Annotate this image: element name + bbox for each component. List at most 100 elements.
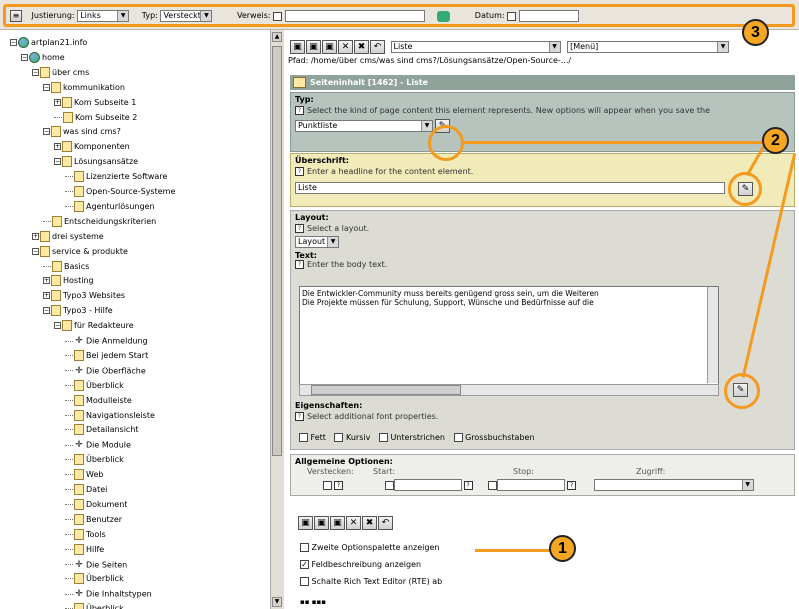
- tree-item[interactable]: − home: [21, 51, 65, 64]
- page-icon[interactable]: [74, 349, 84, 361]
- textarea-hscrollbar-thumb[interactable]: [311, 385, 461, 395]
- tree-item[interactable]: Navigationsleiste: [65, 409, 155, 422]
- tree-item[interactable]: Entscheidungskriterien: [43, 215, 156, 228]
- tree-item[interactable]: ✛ Die Inhaltstypen: [65, 588, 152, 600]
- tree-item-label[interactable]: Bei jedem Start: [86, 351, 148, 360]
- tree-item[interactable]: Basics: [43, 260, 89, 273]
- tree-item[interactable]: Dokument: [65, 498, 127, 511]
- help-icon[interactable]: ?: [334, 480, 343, 490]
- page-icon[interactable]: [74, 484, 84, 495]
- tree-item-label[interactable]: Überblick: [86, 381, 124, 390]
- page-icon[interactable]: [74, 528, 84, 540]
- delete-icon[interactable]: ✖: [362, 516, 377, 530]
- collapse-icon[interactable]: −: [43, 83, 50, 91]
- cross-icon[interactable]: ✛: [74, 439, 84, 451]
- tree-item-label[interactable]: Agenturlösungen: [86, 202, 155, 211]
- tree-item[interactable]: Überblick: [65, 379, 124, 392]
- close-icon[interactable]: ✕: [346, 516, 361, 530]
- tree-item-label[interactable]: Modulleiste: [86, 396, 132, 405]
- page-icon[interactable]: [52, 215, 62, 227]
- help-icon[interactable]: ?: [295, 106, 304, 115]
- tree-item[interactable]: − was sind cms?: [43, 126, 121, 138]
- tree-item[interactable]: Überblick: [65, 573, 124, 585]
- tree-item-label[interactable]: Überblick: [86, 604, 124, 609]
- help-icon[interactable]: ?: [295, 224, 304, 233]
- cross-icon[interactable]: ✛: [74, 365, 84, 377]
- collapse-icon[interactable]: −: [10, 39, 17, 46]
- page-icon[interactable]: [74, 200, 84, 212]
- tree-item[interactable]: Lizenzierte Software: [65, 171, 167, 183]
- field-description-checkbox[interactable]: ✓: [300, 560, 309, 569]
- page-icon[interactable]: [74, 171, 84, 183]
- tree-item-label[interactable]: Open-Source-Systeme: [86, 187, 175, 196]
- tree-item[interactable]: Überblick: [65, 454, 124, 466]
- save-close-icon[interactable]: ▣: [330, 516, 345, 530]
- scroll-up-icon[interactable]: ▲: [272, 32, 282, 42]
- tree-item-label[interactable]: Entscheidungskriterien: [64, 217, 156, 226]
- page-icon[interactable]: [74, 186, 84, 197]
- tree-item[interactable]: Datei: [65, 484, 107, 496]
- save-view-icon[interactable]: ▣: [306, 40, 321, 54]
- tree-item-label[interactable]: Basics: [64, 262, 89, 271]
- tree-item-label[interactable]: Komponenten: [74, 142, 130, 151]
- page-icon[interactable]: [74, 498, 84, 510]
- tree-item-label[interactable]: service & produkte: [52, 247, 128, 256]
- cross-icon[interactable]: ✛: [74, 335, 84, 347]
- stop-input[interactable]: [497, 479, 566, 491]
- collapse-icon[interactable]: −: [54, 158, 61, 166]
- tree-item-label[interactable]: Lösungsansätze: [74, 157, 138, 166]
- hide-checkbox[interactable]: [323, 480, 332, 490]
- delete-icon[interactable]: ✖: [354, 40, 369, 54]
- page-icon[interactable]: [40, 66, 50, 78]
- tree-scrollbar-thumb[interactable]: [272, 46, 282, 456]
- collapse-icon[interactable]: −: [32, 68, 39, 76]
- tree-item[interactable]: + drei systeme: [32, 230, 104, 243]
- menu-select[interactable]: [Menü] ▼: [567, 41, 730, 53]
- tree-item-label[interactable]: Detailansicht: [86, 425, 139, 434]
- tree-item[interactable]: Überblick: [65, 603, 124, 609]
- page-icon[interactable]: [62, 320, 72, 332]
- collapse-icon[interactable]: −: [54, 322, 61, 330]
- second-palette-checkbox[interactable]: [300, 543, 309, 552]
- undo-icon[interactable]: ↶: [370, 40, 385, 54]
- cross-icon[interactable]: ✛: [74, 588, 84, 600]
- tree-item[interactable]: Benutzer: [65, 513, 122, 526]
- italic-checkbox[interactable]: [334, 433, 344, 442]
- tree-item[interactable]: Bei jedem Start: [65, 349, 148, 362]
- page-icon[interactable]: [40, 245, 50, 257]
- expand-icon[interactable]: +: [43, 277, 50, 285]
- expand-icon[interactable]: +: [54, 98, 61, 106]
- tree-item-label[interactable]: drei systeme: [52, 232, 104, 241]
- page-icon[interactable]: [74, 424, 84, 436]
- tree-item-label[interactable]: für Redakteure: [74, 321, 134, 330]
- expand-icon[interactable]: +: [32, 232, 39, 240]
- tree-item-label[interactable]: Die Inhaltstypen: [86, 590, 152, 599]
- tree-item[interactable]: ✛ Die Oberfläche: [65, 365, 146, 377]
- tree-item-label[interactable]: Hosting: [63, 276, 94, 285]
- tree-item[interactable]: Web: [65, 469, 103, 481]
- tree-item[interactable]: + Hosting: [43, 275, 94, 287]
- content-type-select[interactable]: Liste ▼: [390, 41, 561, 53]
- tree-item-label[interactable]: über cms: [52, 68, 89, 77]
- tree-item[interactable]: Tools: [65, 528, 106, 541]
- page-icon[interactable]: [51, 81, 61, 93]
- bodytext-textarea[interactable]: Die Entwickler-Community muss bereits ge…: [299, 286, 719, 396]
- page-icon[interactable]: [62, 156, 72, 168]
- tree-item-label[interactable]: Die Anmeldung: [86, 337, 148, 346]
- tree-item[interactable]: Modulleiste: [65, 394, 132, 407]
- tree-item-label[interactable]: Web: [86, 470, 103, 479]
- tree-item-label[interactable]: Dokument: [86, 500, 127, 509]
- tree-item-label[interactable]: Die Oberfläche: [86, 366, 146, 375]
- tree-item[interactable]: ✛ Die Seiten: [65, 559, 127, 571]
- save-view-icon[interactable]: ▣: [314, 516, 329, 530]
- cross-icon[interactable]: ✛: [74, 559, 84, 571]
- disable-rte-checkbox[interactable]: [300, 577, 309, 586]
- tree-item-label[interactable]: Typo3 Websites: [63, 291, 125, 300]
- save-icon[interactable]: ▣: [298, 516, 313, 530]
- help-icon[interactable]: ?: [295, 167, 304, 176]
- page-icon[interactable]: [74, 379, 84, 391]
- underline-checkbox[interactable]: [378, 433, 388, 442]
- tree-item-label[interactable]: artplan21.info: [31, 38, 87, 47]
- page-icon[interactable]: [74, 573, 84, 585]
- tree-item[interactable]: − artplan21.info: [10, 37, 87, 49]
